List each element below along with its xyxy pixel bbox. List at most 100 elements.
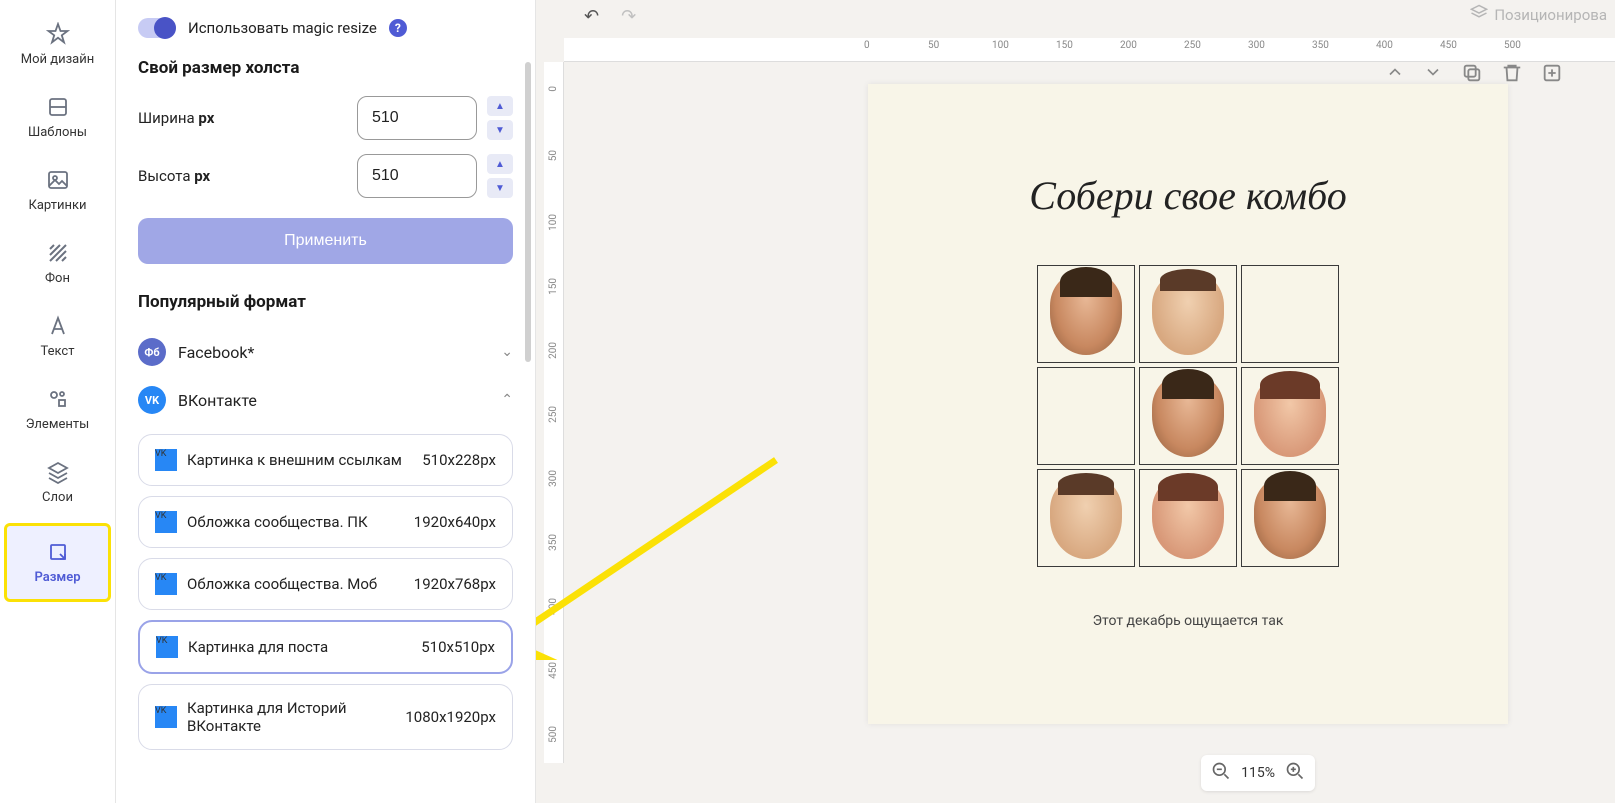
chevron-down-icon: ⌄ [501, 344, 513, 360]
grid-cell-2[interactable] [1241, 265, 1339, 363]
face-image [1254, 477, 1326, 559]
canvas-caption: Этот декабрь ощущается так [868, 613, 1508, 629]
size-preset-1[interactable]: VKОбложка сообщества. ПК1920x640px [138, 496, 513, 548]
magic-resize-label: Использовать magic resize [188, 19, 377, 37]
copy-button[interactable] [1461, 62, 1483, 88]
preset-dim: 510x510px [421, 638, 495, 656]
facebook-icon: Фб [138, 338, 166, 366]
popular-format-title: Популярный формат [138, 292, 513, 312]
grid-cell-1[interactable] [1139, 265, 1237, 363]
nav-elements[interactable]: Элементы [0, 373, 115, 446]
grid-cell-6[interactable] [1037, 469, 1135, 567]
custom-size-title: Свой размер холста [138, 58, 513, 78]
hatch-icon [46, 241, 70, 265]
face-image [1050, 477, 1122, 559]
delete-button[interactable] [1501, 62, 1523, 88]
magic-resize-toggle[interactable] [138, 18, 176, 38]
width-input[interactable] [357, 96, 477, 140]
nav-background[interactable]: Фон [0, 227, 115, 300]
preset-dim: 510x228px [422, 451, 496, 469]
letter-icon [46, 314, 70, 338]
nav-layers[interactable]: Слои [0, 446, 115, 519]
ruler-vertical: 050100150200250300350400450500 [544, 62, 564, 763]
height-step-up[interactable]: ▲ [487, 154, 513, 174]
nav-images[interactable]: Картинки [0, 154, 115, 227]
square-grid-icon [46, 95, 70, 119]
nav-templates[interactable]: Шаблоны [0, 81, 115, 154]
nav-label: Размер [34, 570, 80, 585]
nav-label: Мой дизайн [21, 52, 95, 67]
height-input[interactable] [357, 154, 477, 198]
zoom-out-button[interactable] [1211, 761, 1231, 785]
face-image [1152, 273, 1224, 355]
nav-label: Шаблоны [28, 125, 87, 140]
crop-icon [46, 540, 70, 564]
layers-icon [1470, 4, 1488, 26]
size-settings-panel: Использовать magic resize ? Свой размер … [116, 0, 536, 803]
preset-title: Картинка к внешним ссылкам [187, 451, 412, 469]
format-vk[interactable]: VK ВКонтакте ⌃ [138, 376, 513, 424]
preset-title: Картинка для поста [188, 638, 411, 656]
face-image [1254, 375, 1326, 457]
width-label: Ширина px [138, 109, 347, 127]
panel-scrollbar[interactable] [525, 62, 531, 362]
face-image [1152, 477, 1224, 559]
size-preset-0[interactable]: VK Картинка к внешним ссылкам 510x228px [138, 434, 513, 486]
chevron-up-icon: ⌃ [501, 392, 513, 408]
grid-cell-3[interactable] [1037, 367, 1135, 465]
nav-text[interactable]: Текст [0, 300, 115, 373]
height-label: Высота px [138, 167, 347, 185]
vk-icon: VK [138, 386, 166, 414]
image-icon [46, 168, 70, 192]
vk-icon: VK [155, 573, 177, 595]
preset-title: Обложка сообщества. Моб [187, 575, 404, 593]
grid-cell-4[interactable] [1139, 367, 1237, 465]
help-icon[interactable]: ? [389, 19, 407, 37]
preset-title: Обложка сообщества. ПК [187, 513, 404, 531]
apply-button[interactable]: Применить [138, 218, 513, 264]
nav-label: Текст [40, 344, 74, 359]
nav-label: Слои [42, 490, 73, 505]
nav-label: Фон [45, 271, 70, 286]
nav-size[interactable]: Размер [4, 523, 111, 602]
star-icon [46, 22, 70, 46]
width-step-down[interactable]: ▼ [487, 120, 513, 140]
zoom-value: 115% [1241, 765, 1275, 781]
grid-cell-5[interactable] [1241, 367, 1339, 465]
shapes-icon [46, 387, 70, 411]
nav-label: Элементы [26, 417, 89, 432]
page-down-button[interactable] [1423, 62, 1443, 88]
canvas-area: ↶ ↷ Позиционирова 0501001502002503003504… [536, 0, 1615, 803]
size-preset-2[interactable]: VK Обложка сообщества. Моб 1920x768px [138, 558, 513, 610]
ruler-horizontal: 050100150200250300350400450500 [564, 38, 1615, 62]
layers-icon [46, 460, 70, 484]
preset-dim: 1920x768px [414, 575, 496, 593]
undo-button[interactable]: ↶ [584, 6, 599, 27]
zoom-control: 115% [1201, 755, 1315, 791]
grid-cell-7[interactable] [1139, 469, 1237, 567]
add-page-button[interactable] [1541, 62, 1563, 88]
face-image [1050, 273, 1122, 355]
positioning-label[interactable]: Позиционирова [1494, 6, 1607, 24]
nav-sidebar: Мой дизайн Шаблоны Картинки Фон Текст Элемент… [0, 0, 116, 803]
preset-dim: 1080x1920px [405, 708, 496, 726]
annotation-arrow [536, 440, 836, 660]
size-preset-4[interactable]: VK Картинка для Историй ВКонтакте 1080x192… [138, 684, 513, 750]
redo-button[interactable]: ↷ [621, 6, 636, 27]
face-image [1152, 375, 1224, 457]
page-up-button[interactable] [1385, 62, 1405, 88]
width-step-up[interactable]: ▲ [487, 96, 513, 116]
vk-icon: VK [155, 706, 177, 728]
grid-cell-0[interactable] [1037, 265, 1135, 363]
zoom-in-button[interactable] [1285, 761, 1305, 785]
size-preset-3[interactable]: VKКартинка для поста510x510px [138, 620, 513, 674]
format-facebook[interactable]: Фб Facebook* ⌄ [138, 328, 513, 376]
grid-cell-8[interactable] [1241, 469, 1339, 567]
nav-label: Картинки [29, 198, 87, 213]
height-step-down[interactable]: ▼ [487, 178, 513, 198]
preset-dim: 1920x640px [414, 513, 496, 531]
design-canvas[interactable]: Собери свое комбо Этот декабрь ощущается… [868, 84, 1508, 724]
preset-title: Картинка для Историй ВКонтакте [187, 699, 395, 735]
nav-my-design[interactable]: Мой дизайн [0, 8, 115, 81]
vk-icon: VK [155, 449, 177, 471]
